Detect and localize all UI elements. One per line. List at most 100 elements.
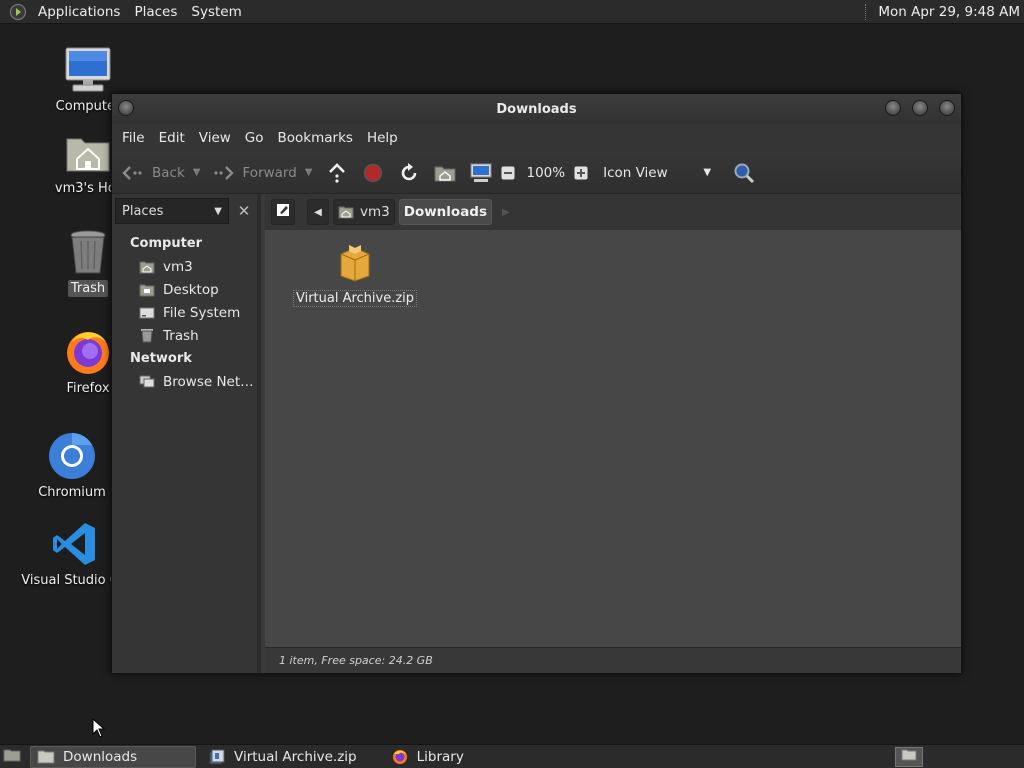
top-panel: Applications Places System Mon Apr 29, 9… xyxy=(0,0,1024,24)
applications-logo-icon[interactable] xyxy=(9,3,27,21)
clock[interactable]: Mon Apr 29, 9:48 AM xyxy=(870,4,1024,20)
sidebar-category-computer: Computer xyxy=(130,236,203,251)
workspace-switcher[interactable] xyxy=(895,747,923,767)
file-view[interactable]: Virtual Archive.zip xyxy=(265,230,961,647)
menu-help[interactable]: Help xyxy=(360,130,405,146)
zoom-out-button[interactable] xyxy=(500,160,516,186)
path-segment-vm3[interactable]: vm3 xyxy=(333,199,395,225)
up-button[interactable] xyxy=(324,160,350,186)
bottom-panel: Downloads Virtual Archive.zip Library xyxy=(0,744,1024,768)
window-title: Downloads xyxy=(496,101,577,117)
minimize-button[interactable] xyxy=(885,100,901,116)
home-icon xyxy=(139,259,155,275)
window-menu-button[interactable] xyxy=(118,100,134,116)
sidebar-selector[interactable]: Places ▼ xyxy=(115,198,229,224)
trash-icon xyxy=(139,328,155,344)
file-name: Virtual Archive.zip xyxy=(292,290,418,307)
sidebar-selector-label: Places xyxy=(122,203,164,219)
up-arrow-icon xyxy=(324,160,350,186)
pencil-icon xyxy=(276,203,290,221)
status-bar: 1 item, Free space: 24.2 GB xyxy=(265,647,961,673)
vscode-icon xyxy=(48,518,100,570)
desktop-icon-label: Chromium xyxy=(38,485,106,500)
sidebar-item-vm3[interactable]: vm3 xyxy=(112,255,257,278)
chromium-icon xyxy=(46,430,98,482)
back-label: Back xyxy=(152,164,185,181)
sidebar-item-label: Browse Net… xyxy=(163,373,254,390)
file-item[interactable]: Virtual Archive.zip xyxy=(292,242,418,307)
sidebar-item-trash[interactable]: Trash xyxy=(112,324,257,347)
stop-button[interactable] xyxy=(360,160,386,186)
menu-go[interactable]: Go xyxy=(238,130,271,146)
close-button[interactable] xyxy=(939,100,955,116)
sidebar-item-label: Desktop xyxy=(163,281,219,298)
menu-bookmarks[interactable]: Bookmarks xyxy=(271,130,360,146)
places-menu[interactable]: Places xyxy=(127,0,184,24)
back-history-dropdown-icon[interactable]: ▼ xyxy=(193,167,201,178)
forward-button[interactable]: Forward ▼ xyxy=(210,160,312,186)
desktop-icon-label: Firefox xyxy=(66,381,110,396)
home-button[interactable] xyxy=(432,160,458,186)
zoom-level[interactable]: 100% xyxy=(526,165,565,181)
taskbar-item-downloads[interactable]: Downloads xyxy=(30,745,196,768)
sidebar-category-network: Network xyxy=(130,351,192,366)
sidebar-item-label: vm3 xyxy=(163,258,193,275)
path-segment-label: vm3 xyxy=(360,204,390,220)
menu-view[interactable]: View xyxy=(192,130,238,146)
firefox-icon xyxy=(391,749,409,765)
computer-icon xyxy=(468,160,494,186)
taskbar-item-library[interactable]: Library xyxy=(385,746,470,768)
zoom-in-button[interactable] xyxy=(573,160,589,186)
home-icon xyxy=(338,205,354,219)
menu-file[interactable]: File xyxy=(115,130,152,146)
reload-icon xyxy=(396,160,422,186)
search-button[interactable] xyxy=(731,160,757,186)
desktop-icon-chromium[interactable]: Chromium xyxy=(24,430,120,501)
menu-edit[interactable]: Edit xyxy=(152,130,192,146)
desktop-icon-vscode[interactable]: Visual Studio Co xyxy=(21,518,127,589)
maximize-button[interactable] xyxy=(912,100,928,116)
zoom-out-icon xyxy=(500,160,516,186)
sidebar-item-browse-network[interactable]: Browse Net… xyxy=(112,370,257,393)
computer-button[interactable] xyxy=(468,160,494,186)
window-titlebar[interactable]: Downloads xyxy=(112,94,961,124)
chevron-right-icon[interactable]: ▶ xyxy=(502,207,510,218)
forward-label: Forward xyxy=(242,164,297,181)
path-scroll-left-button[interactable]: ◀ xyxy=(307,199,329,225)
sidebar-item-desktop[interactable]: Desktop xyxy=(112,278,257,301)
zoom-in-icon xyxy=(573,160,589,186)
menu-bar: File Edit View Go Bookmarks Help xyxy=(112,124,961,152)
network-icon xyxy=(139,374,155,390)
computer-icon xyxy=(62,44,114,96)
sidebar-item-file-system[interactable]: File System xyxy=(112,301,257,324)
status-text: 1 item, Free space: 24.2 GB xyxy=(279,654,433,667)
toolbar: Back ▼ Forward ▼ 100% Icon View ▼ xyxy=(112,152,961,194)
location-bar: ◀ vm3 Downloads ▶ xyxy=(265,194,961,230)
applications-menu[interactable]: Applications xyxy=(31,0,127,24)
show-desktop-button[interactable] xyxy=(0,746,24,768)
chevron-down-icon: ▼ xyxy=(703,167,712,178)
sidebar-item-label: Trash xyxy=(163,327,199,344)
back-button[interactable]: Back ▼ xyxy=(120,160,200,186)
trash-icon xyxy=(62,226,114,278)
system-menu[interactable]: System xyxy=(184,0,248,24)
close-sidebar-button[interactable]: ✕ xyxy=(233,198,255,224)
drive-icon xyxy=(139,305,155,321)
archive-manager-icon xyxy=(208,749,226,765)
toggle-location-entry-button[interactable] xyxy=(271,199,295,225)
taskbar-item-virtual-archive[interactable]: Virtual Archive.zip xyxy=(202,746,363,768)
reload-button[interactable] xyxy=(396,160,422,186)
chevron-left-icon: ◀ xyxy=(314,206,322,218)
chevron-down-icon: ▼ xyxy=(214,205,222,217)
forward-history-dropdown-icon[interactable]: ▼ xyxy=(305,167,313,178)
forward-arrow-icon xyxy=(210,160,236,186)
folder-icon xyxy=(37,749,55,765)
desktop-folder-icon xyxy=(139,282,155,298)
sidebar-item-label: File System xyxy=(163,304,241,321)
path-segment-downloads[interactable]: Downloads xyxy=(398,199,493,225)
file-manager-window: Downloads File Edit View Go Bookmarks He… xyxy=(111,93,962,674)
view-mode-select[interactable]: Icon View ▼ xyxy=(603,165,711,181)
search-icon xyxy=(731,160,757,186)
path-segment-label: Downloads xyxy=(403,204,488,220)
places-sidebar: Places ▼ ✕ Computer vm3 Desktop File Sys… xyxy=(112,194,261,673)
